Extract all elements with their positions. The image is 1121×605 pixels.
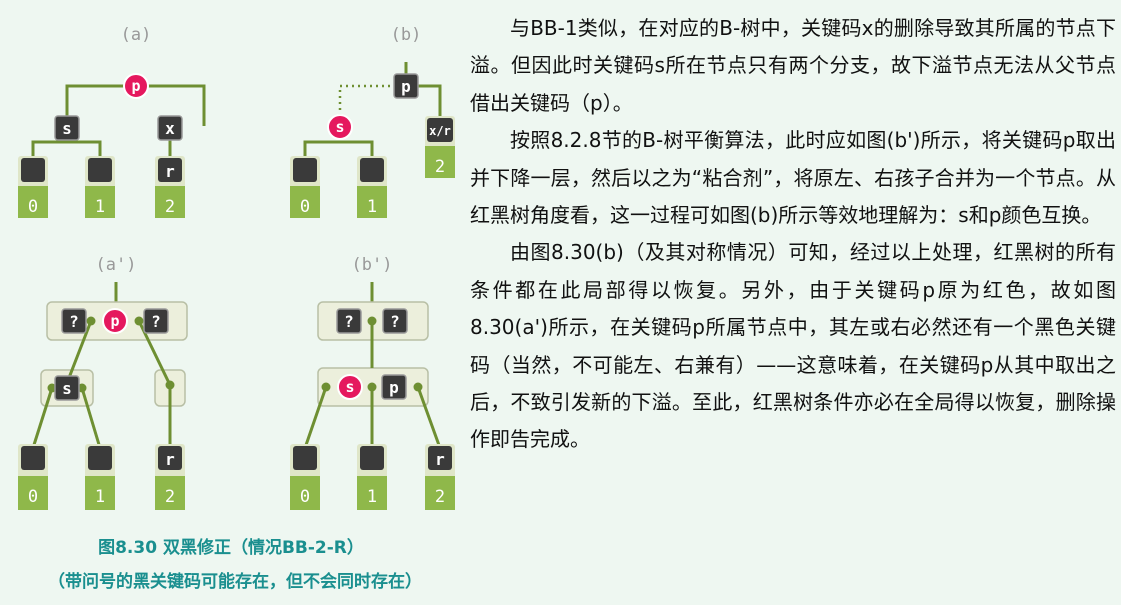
edge — [418, 84, 442, 116]
svg-text:r: r — [435, 450, 445, 469]
subtree-1: 1 — [357, 444, 387, 510]
panel-a: (a) 0 1 r 2 s x p — [18, 25, 206, 218]
svg-text:?: ? — [344, 312, 354, 331]
svg-text:1: 1 — [95, 197, 105, 217]
svg-text:r: r — [165, 162, 175, 181]
subtree-0: 0 — [18, 156, 48, 218]
paragraph-1: 与BB-1类似，在对应的B-树中，关键码x的删除导致其所属的节点下溢。但因此时关… — [470, 16, 1116, 115]
svg-text:0: 0 — [300, 487, 310, 507]
svg-text:?: ? — [69, 312, 79, 331]
svg-text:2: 2 — [165, 487, 175, 507]
svg-text:0: 0 — [28, 197, 38, 217]
svg-text:1: 1 — [95, 487, 105, 507]
panel-b: (b) 0 1 x/r 2 p s — [290, 25, 455, 218]
svg-text:x: x — [165, 119, 175, 138]
body-text: 与BB-1类似，在对应的B-树中，关键码x的删除导致其所属的节点下溢。但因此时关… — [470, 10, 1116, 459]
svg-text:p: p — [131, 77, 140, 95]
subtree-1: 1 — [357, 156, 387, 218]
svg-text:2: 2 — [435, 487, 445, 507]
subtree-2: r 2 — [155, 444, 185, 510]
label-b-prime: (b') — [352, 255, 393, 275]
svg-text:1: 1 — [367, 487, 377, 507]
svg-text:0: 0 — [300, 197, 310, 217]
paragraph-3: 由图8.30(b)（及其对称情况）可知，经过以上处理，红黑树的所有条件都在此局部… — [470, 240, 1116, 452]
svg-text:s: s — [345, 378, 354, 396]
svg-text:p: p — [110, 312, 119, 330]
subtree-1: 1 — [85, 156, 115, 218]
subtree-0: 0 — [290, 156, 320, 218]
subtree-2: r 2 — [425, 444, 455, 510]
svg-text:s: s — [335, 118, 344, 136]
svg-text:p: p — [401, 77, 411, 96]
figure-8-30: (a) 0 1 r 2 s x p (b) 0 1 x/r 2 p s (a')… — [18, 25, 455, 510]
label-b: (b) — [391, 25, 422, 45]
svg-text:2: 2 — [165, 197, 175, 217]
svg-text:r: r — [165, 450, 175, 469]
figure-caption: 图8.30 双黑修正（情况BB-2-R） — [98, 538, 364, 558]
subtree-2: x/r 2 — [425, 116, 455, 178]
svg-text:s: s — [62, 119, 72, 138]
svg-text:x/r: x/r — [429, 124, 451, 138]
subtree-0: 0 — [18, 444, 48, 510]
svg-text:0: 0 — [28, 487, 38, 507]
label-a: (a) — [121, 25, 152, 45]
svg-text:?: ? — [390, 312, 400, 331]
panel-a-prime: (a') ? p ? s 0 1 r 2 — [18, 255, 188, 510]
svg-text:p: p — [389, 378, 399, 397]
paragraph-2: 按照8.2.8节的B-树平衡算法，此时应如图(b')所示，将关键码p取出并下降一… — [470, 128, 1116, 228]
subtree-0: 0 — [290, 444, 320, 510]
panel-b-prime: (b') ? ? s p 0 1 r 2 — [290, 255, 455, 510]
svg-text:2: 2 — [435, 157, 445, 177]
subtree-2: r 2 — [155, 156, 185, 218]
svg-text:1: 1 — [367, 197, 377, 217]
edge-dotted — [338, 84, 394, 116]
subtree-1: 1 — [85, 444, 115, 510]
svg-text:s: s — [62, 379, 72, 398]
label-a-prime: (a') — [96, 255, 137, 275]
svg-text:?: ? — [151, 312, 161, 331]
figure-caption-note: （带问号的黑关键码可能存在，但不会同时存在） — [48, 572, 422, 592]
